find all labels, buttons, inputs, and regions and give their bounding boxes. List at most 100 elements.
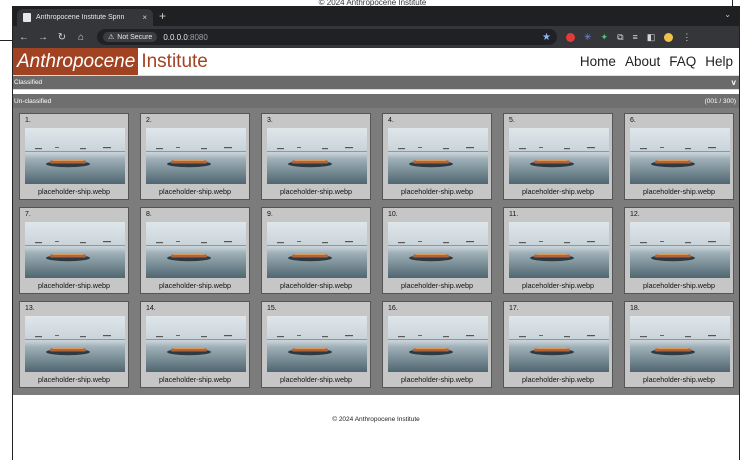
top-nav: Home About FAQ Help — [580, 48, 739, 75]
extensions-puzzle-icon[interactable]: ⧉ — [617, 32, 623, 43]
address-bar[interactable]: ⚠ Not Secure 0.0.0.0:8080 ★ — [97, 29, 557, 45]
card-number: 13. — [25, 305, 35, 312]
card-number: 5. — [509, 117, 515, 124]
ship-thumbnail[interactable] — [25, 222, 125, 278]
image-card[interactable]: 8. placeholder-ship.webp — [140, 207, 250, 294]
browser-toolbar: ← → ↻ ⌂ ⚠ Not Secure 0.0.0.0:8080 ★ ✳ ✦ … — [13, 26, 739, 48]
image-card[interactable]: 3. placeholder-ship.webp — [261, 113, 371, 200]
ship-thumbnail[interactable] — [25, 128, 125, 184]
image-card[interactable]: 4. placeholder-ship.webp — [382, 113, 492, 200]
image-grid-container[interactable]: 1. placeholder-ship.webp 2. placeholder-shi… — [13, 108, 739, 395]
image-card[interactable]: 13. placeholder-ship.webp — [19, 301, 129, 388]
image-card[interactable]: 18. placeholder-ship.webp — [624, 301, 734, 388]
logo-anthropocene[interactable]: Anthropocene — [13, 48, 139, 75]
card-number: 18. — [630, 305, 640, 312]
browser-tab[interactable]: Anthropocene Institute Sprin × — [17, 9, 153, 26]
footer-copyright: © 2024 Anthropocene Institute — [332, 415, 420, 423]
page-footer: © 2024 Anthropocene Institute — [13, 395, 739, 443]
card-number: 8. — [146, 211, 152, 218]
screenshot-stage: © 2024 Anthropocene Institute Anthropoce… — [0, 0, 745, 460]
ship-thumbnail[interactable] — [146, 222, 246, 278]
extension-translate-icon[interactable]: ✳ — [584, 32, 592, 43]
unclassified-count: (001 / 300) — [704, 97, 736, 105]
ship-thumbnail[interactable] — [267, 222, 367, 278]
extension-red-icon[interactable] — [566, 32, 575, 42]
logo-institute[interactable]: Institute — [138, 48, 208, 75]
ship-thumbnail[interactable] — [388, 316, 488, 372]
chevron-down-icon[interactable]: v — [732, 78, 738, 87]
extension-green-icon[interactable]: ✦ — [601, 32, 609, 43]
ship-thumbnail[interactable] — [267, 128, 367, 184]
ship-thumbnail[interactable] — [388, 222, 488, 278]
kebab-menu-icon[interactable]: ⋮ — [682, 32, 691, 43]
image-card[interactable]: 17. placeholder-ship.webp — [503, 301, 613, 388]
card-number: 17. — [509, 305, 519, 312]
ship-thumbnail[interactable] — [630, 222, 730, 278]
unclassified-section-bar: Un-classified (001 / 300) — [13, 94, 739, 108]
security-label: Not Secure — [117, 33, 153, 41]
tab-strip: Anthropocene Institute Sprin × + ⌄ — [13, 6, 739, 26]
ship-thumbnail[interactable] — [388, 128, 488, 184]
tab-search-chevron-icon[interactable]: ⌄ — [724, 10, 731, 19]
ship-thumbnail[interactable] — [25, 316, 125, 372]
image-card[interactable]: 6. placeholder-ship.webp — [624, 113, 734, 200]
ship-thumbnail[interactable] — [267, 316, 367, 372]
ship-thumbnail[interactable] — [146, 128, 246, 184]
card-filename: placeholder-ship.webp — [522, 281, 594, 290]
forward-icon[interactable]: → — [38, 32, 48, 43]
classified-section-bar[interactable]: Classified v — [13, 76, 739, 90]
card-filename: placeholder-ship.webp — [280, 187, 352, 196]
close-tab-icon[interactable]: × — [142, 13, 147, 22]
image-card[interactable]: 5. placeholder-ship.webp — [503, 113, 613, 200]
home-icon[interactable]: ⌂ — [76, 32, 86, 43]
image-card[interactable]: 9. placeholder-ship.webp — [261, 207, 371, 294]
card-number: 6. — [630, 117, 636, 124]
reload-icon[interactable]: ↻ — [57, 32, 67, 43]
nav-home[interactable]: Home — [580, 54, 616, 69]
side-panel-icon[interactable]: ◧ — [647, 32, 656, 43]
nav-faq[interactable]: FAQ — [669, 54, 696, 69]
image-card[interactable]: 14. placeholder-ship.webp — [140, 301, 250, 388]
card-number: 10. — [388, 211, 398, 218]
image-card[interactable]: 11. placeholder-ship.webp — [503, 207, 613, 294]
back-icon[interactable]: ← — [19, 32, 29, 43]
url-text: 0.0.0.0:8080 — [163, 33, 208, 42]
image-card[interactable]: 7. placeholder-ship.webp — [19, 207, 129, 294]
nav-help[interactable]: Help — [705, 54, 733, 69]
new-tab-button[interactable]: + — [159, 9, 166, 23]
card-filename: placeholder-ship.webp — [643, 281, 715, 290]
ship-thumbnail[interactable] — [509, 128, 609, 184]
card-number: 15. — [267, 305, 277, 312]
nav-about[interactable]: About — [625, 54, 660, 69]
image-card[interactable]: 2. placeholder-ship.webp — [140, 113, 250, 200]
card-number: 4. — [388, 117, 394, 124]
image-card[interactable]: 16. placeholder-ship.webp — [382, 301, 492, 388]
ship-thumbnail[interactable] — [630, 316, 730, 372]
ship-thumbnail[interactable] — [509, 316, 609, 372]
card-filename: placeholder-ship.webp — [643, 187, 715, 196]
tab-title: Anthropocene Institute Sprin — [36, 14, 125, 21]
ship-thumbnail[interactable] — [146, 316, 246, 372]
card-filename: placeholder-ship.webp — [522, 187, 594, 196]
bookmark-star-icon[interactable]: ★ — [542, 32, 551, 43]
image-card[interactable]: 1. placeholder-ship.webp — [19, 113, 129, 200]
image-card[interactable]: 12. placeholder-ship.webp — [624, 207, 734, 294]
page-favicon-icon — [23, 13, 31, 22]
url-port: :8080 — [187, 32, 208, 42]
card-number: 7. — [25, 211, 31, 218]
ship-thumbnail[interactable] — [630, 128, 730, 184]
image-card[interactable]: 10. placeholder-ship.webp — [382, 207, 492, 294]
card-number: 2. — [146, 117, 152, 124]
card-number: 14. — [146, 305, 156, 312]
card-number: 11. — [509, 211, 519, 218]
card-filename: placeholder-ship.webp — [159, 187, 231, 196]
card-number: 9. — [267, 211, 273, 218]
card-number: 1. — [25, 117, 31, 124]
media-queue-icon[interactable]: ≡ — [633, 32, 638, 42]
card-filename: placeholder-ship.webp — [280, 281, 352, 290]
card-filename: placeholder-ship.webp — [401, 187, 473, 196]
security-chip[interactable]: ⚠ Not Secure — [103, 32, 158, 42]
ship-thumbnail[interactable] — [509, 222, 609, 278]
profile-avatar-icon[interactable] — [664, 32, 674, 42]
image-card[interactable]: 15. placeholder-ship.webp — [261, 301, 371, 388]
